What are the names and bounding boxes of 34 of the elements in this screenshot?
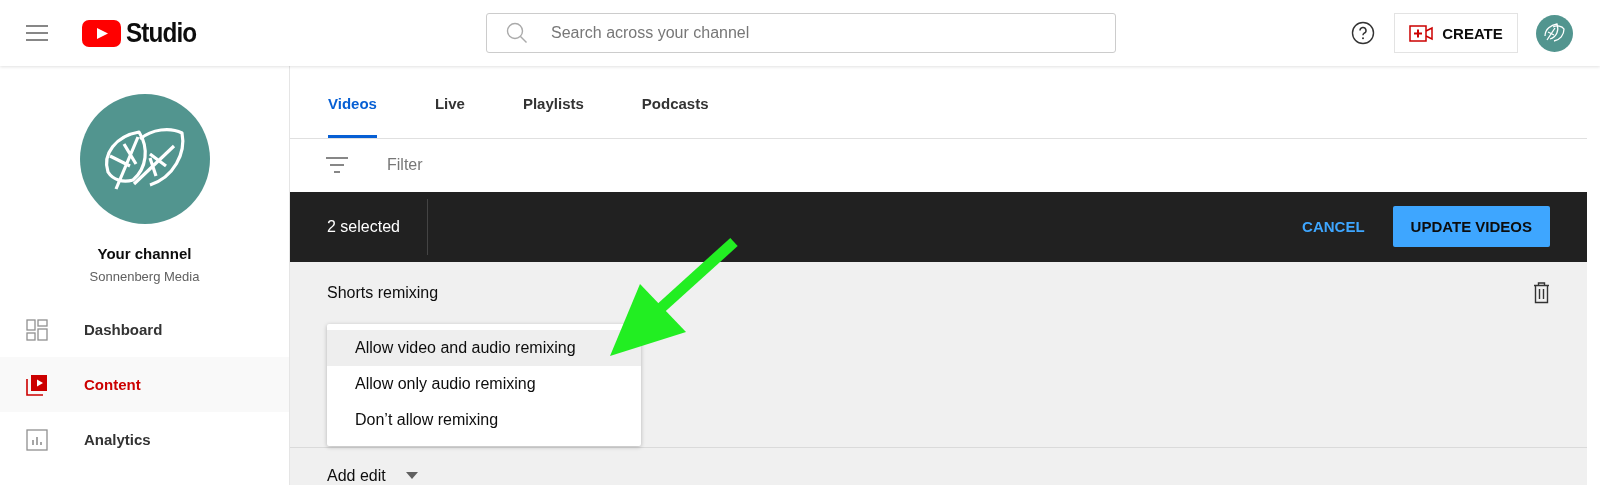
sidebar-item[interactable]: Content [0, 357, 289, 412]
bar-chart-icon [26, 428, 48, 451]
edit-title: Shorts remixing [327, 284, 439, 302]
search-field[interactable]: Search across your channel [486, 13, 1116, 53]
video-library-icon [26, 373, 48, 396]
play-logo-icon [82, 19, 121, 47]
channel-avatar-icon [79, 94, 210, 224]
search-icon [506, 22, 528, 44]
video-plus-icon [1409, 24, 1434, 42]
sidebar-item[interactable]: Analytics [0, 412, 289, 467]
channel-name: Sonnenberg Media [89, 269, 200, 284]
selected-count: 2 selected [327, 217, 400, 236]
menu-option[interactable]: Don’t allow remixing [327, 402, 641, 438]
update-videos-button[interactable]: UPDATE VIDEOS [1392, 206, 1550, 248]
filter-field[interactable]: Filter [385, 155, 589, 176]
tab[interactable]: Live [434, 66, 465, 138]
tab[interactable]: Playlists [522, 66, 584, 138]
dashboard-icon [26, 318, 48, 341]
tab[interactable]: Videos [328, 66, 377, 138]
tab[interactable]: Podcasts [641, 66, 709, 138]
logo-text: Studio [126, 17, 197, 49]
filter-icon[interactable] [326, 157, 348, 174]
caret-icon [405, 472, 418, 480]
avatar-icon[interactable] [1536, 14, 1573, 52]
create-button[interactable]: CREATE [1394, 13, 1518, 53]
trash-icon[interactable] [1533, 282, 1550, 304]
menu-option[interactable]: Allow only audio remixing [327, 366, 641, 402]
cancel-button[interactable]: CANCEL [1302, 218, 1365, 236]
sidebar-item[interactable]: Dashboard [0, 302, 289, 357]
channel-title: Your channel [97, 245, 192, 262]
add-edit-dropdown[interactable]: Add edit [327, 467, 418, 485]
menu-option[interactable]: Allow video and audio remixing [327, 330, 641, 366]
menu-icon[interactable] [26, 25, 48, 41]
help-icon[interactable] [1351, 21, 1375, 45]
